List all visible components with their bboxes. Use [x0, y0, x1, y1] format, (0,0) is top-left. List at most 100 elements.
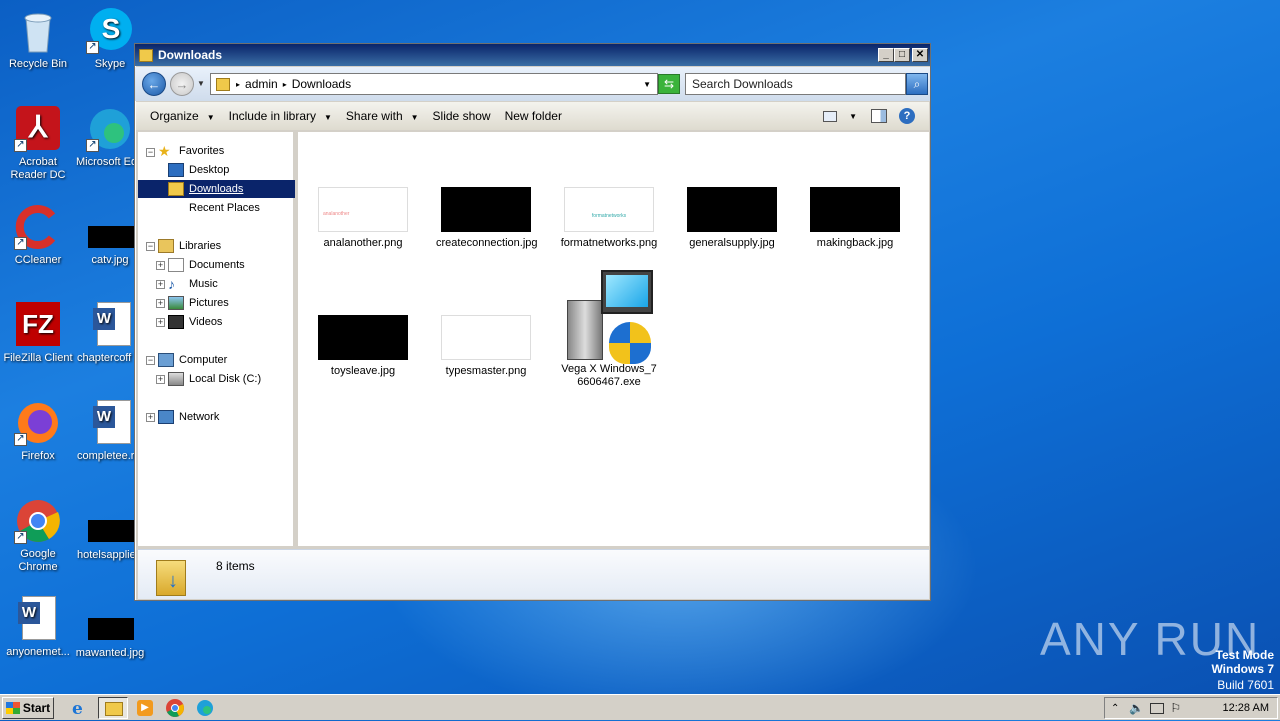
- new-folder-button[interactable]: New folder: [505, 109, 562, 123]
- nav-local-disk[interactable]: Local Disk (C:): [168, 370, 261, 388]
- breadcrumb-downloads[interactable]: Downloads: [292, 77, 351, 91]
- test-mode-notice: Test Mode: [1215, 648, 1274, 662]
- include-in-library-button[interactable]: Include in library ▼: [229, 109, 332, 123]
- downloads-folder-icon: ↓: [156, 556, 190, 596]
- close-button[interactable]: ✕: [912, 48, 928, 62]
- file-item[interactable]: formatnetworks formatnetworks.png: [559, 187, 659, 250]
- explorer-window[interactable]: Downloads _ □ ✕ ← → ▼ ▸ admin ▸ Download…: [134, 43, 931, 601]
- internet-explorer-icon[interactable]: e: [68, 698, 90, 719]
- desktop-icon-ccleaner[interactable]: ↗ CCleaner: [0, 204, 76, 267]
- image-thumbnail: [810, 187, 900, 232]
- chrome-taskbar-icon[interactable]: [164, 698, 186, 718]
- collapse-libraries-toggle[interactable]: −: [146, 242, 155, 251]
- recycle-bin-icon: [14, 8, 62, 54]
- media-player-icon[interactable]: ▶: [134, 698, 156, 718]
- libraries-icon: [158, 239, 174, 253]
- minimize-button[interactable]: _: [878, 48, 894, 62]
- file-item[interactable]: analanother analanother.png: [313, 187, 413, 250]
- nav-libraries[interactable]: Libraries: [158, 237, 221, 255]
- folder-icon: [216, 77, 230, 91]
- search-icon[interactable]: ⌕: [906, 73, 928, 95]
- firefox-icon: ↗: [14, 400, 62, 446]
- installer-icon: [561, 270, 657, 364]
- action-center-flag-icon[interactable]: ⚐: [1170, 701, 1181, 715]
- desktop-icon-filezilla[interactable]: FZ FileZilla Client: [0, 302, 76, 365]
- shortcut-arrow-icon: ↗: [86, 139, 99, 152]
- share-with-button[interactable]: Share with ▼: [346, 109, 419, 123]
- expand-local-disk-toggle[interactable]: +: [156, 375, 165, 384]
- collapse-favorites-toggle[interactable]: −: [146, 148, 155, 157]
- breadcrumb-chevron-icon[interactable]: ▸: [283, 80, 287, 89]
- desktop-icon-recycle-bin[interactable]: Recycle Bin: [0, 8, 76, 71]
- address-bar[interactable]: ▸ admin ▸ Downloads ▼: [210, 73, 658, 95]
- network-icon: [158, 410, 174, 424]
- desktop-icon-mawanted[interactable]: mawanted.jpg: [72, 647, 148, 660]
- edge-taskbar-icon[interactable]: [194, 698, 216, 718]
- volume-icon[interactable]: 🔈: [1129, 701, 1144, 715]
- nav-downloads[interactable]: Downloads: [168, 180, 243, 198]
- nav-desktop[interactable]: Desktop: [168, 161, 229, 179]
- nav-documents[interactable]: Documents: [168, 256, 245, 274]
- acrobat-icon: ⅄ ↗: [14, 106, 62, 152]
- preview-pane-icon[interactable]: [871, 109, 887, 123]
- svg-text:e: e: [72, 699, 83, 718]
- expand-documents-toggle[interactable]: +: [156, 261, 165, 270]
- search-input[interactable]: Search Downloads: [685, 73, 906, 95]
- desktop-icon-acrobat[interactable]: ⅄ ↗ Acrobat Reader DC: [0, 106, 76, 182]
- nav-recent-places[interactable]: Recent Places: [168, 199, 260, 217]
- image-thumbnail: formatnetworks: [564, 187, 654, 232]
- desktop-icon: [168, 163, 184, 177]
- file-item[interactable]: toysleave.jpg: [313, 315, 413, 378]
- expand-music-toggle[interactable]: +: [156, 280, 165, 289]
- file-item[interactable]: Vega X Windows_76606467.exe: [559, 270, 659, 389]
- desktop-icon-chrome[interactable]: ↗ Google Chrome: [0, 498, 76, 574]
- expand-pictures-toggle[interactable]: +: [156, 299, 165, 308]
- forward-button[interactable]: →: [170, 72, 194, 96]
- edge-icon: ↗: [86, 106, 134, 152]
- explorer-taskbar-button[interactable]: [98, 696, 128, 719]
- expand-videos-toggle[interactable]: +: [156, 318, 165, 327]
- network-status-icon[interactable]: [1150, 702, 1165, 714]
- expand-network-toggle[interactable]: +: [146, 413, 155, 422]
- address-dropdown-icon[interactable]: ▼: [643, 80, 651, 89]
- file-item[interactable]: createconnection.jpg: [436, 187, 538, 250]
- chevron-down-icon: ▼: [410, 113, 419, 122]
- word-document-icon: W: [89, 302, 137, 348]
- desktop-thumb-catv: [88, 226, 134, 248]
- recent-pages-chevron-icon[interactable]: ▼: [197, 79, 205, 88]
- nav-pictures[interactable]: Pictures: [168, 294, 229, 312]
- nav-videos[interactable]: Videos: [168, 313, 222, 331]
- build-notice: Build 7601: [1217, 678, 1274, 692]
- file-item[interactable]: generalsupply.jpg: [682, 187, 782, 250]
- back-button[interactable]: ←: [142, 72, 166, 96]
- file-list[interactable]: analanother analanother.png createconnec…: [298, 132, 929, 546]
- desktop-icon-firefox[interactable]: ↗ Firefox: [0, 400, 76, 463]
- image-thumbnail: [318, 315, 408, 360]
- details-pane: ↓ 8 items: [138, 549, 929, 599]
- file-item[interactable]: makingback.jpg: [805, 187, 905, 250]
- show-hidden-icons-chevron-icon[interactable]: ⌃: [1111, 703, 1119, 714]
- view-options-chevron-icon[interactable]: ▼: [849, 112, 857, 121]
- filezilla-icon: FZ: [14, 302, 62, 348]
- breadcrumb-admin[interactable]: admin: [245, 77, 278, 91]
- shortcut-arrow-icon: ↗: [86, 41, 99, 54]
- nav-favorites[interactable]: ★ Favorites: [158, 142, 224, 160]
- taskbar: Start e ▶ ⌃ 🔈 ⚐ 12:28 AM: [0, 694, 1280, 720]
- nav-computer[interactable]: Computer: [158, 351, 227, 369]
- file-item[interactable]: typesmaster.png: [436, 315, 536, 378]
- slide-show-button[interactable]: Slide show: [433, 109, 491, 123]
- clock[interactable]: 12:28 AM: [1223, 702, 1269, 714]
- word-document-icon: W: [14, 596, 62, 642]
- refresh-icon[interactable]: ⇆: [658, 74, 680, 94]
- desktop-icon-anyonemet[interactable]: W anyonemet...: [0, 596, 76, 659]
- maximize-button[interactable]: □: [894, 48, 910, 62]
- organize-button[interactable]: Organize ▼: [150, 109, 215, 123]
- breadcrumb-chevron-icon[interactable]: ▸: [236, 80, 240, 89]
- nav-network[interactable]: Network: [158, 408, 219, 426]
- change-view-icon[interactable]: [823, 110, 838, 122]
- nav-music[interactable]: ♪ Music: [168, 275, 218, 293]
- start-button[interactable]: Start: [2, 696, 54, 719]
- collapse-computer-toggle[interactable]: −: [146, 356, 155, 365]
- help-icon[interactable]: ?: [899, 108, 915, 124]
- window-titlebar[interactable]: Downloads _ □ ✕: [135, 44, 930, 66]
